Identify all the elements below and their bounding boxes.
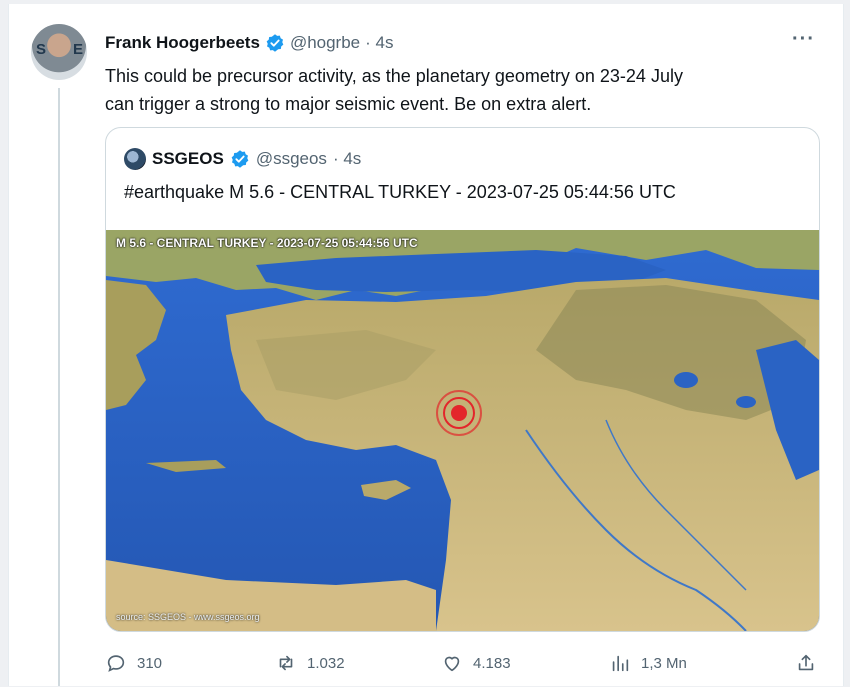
reply-count: 310 (137, 654, 163, 672)
tweet-card[interactable]: S E Frank Hoogerbeets @hogrbe · 4s ··· T… (8, 4, 844, 686)
tweet-text: This could be precursor activity, as the… (105, 62, 817, 118)
like-count: 4.183 (473, 654, 511, 672)
avatar-monogram: S (36, 41, 46, 58)
tweet-text-line: can trigger a strong to major seismic ev… (105, 94, 592, 114)
earthquake-map-image[interactable]: M 5.6 - CENTRAL TURKEY - 2023-07-25 05:4… (106, 230, 819, 631)
avatar[interactable]: S E (31, 24, 87, 80)
quoted-tweet-header: SSGEOS @ssgeos · 4s (124, 148, 361, 170)
views-button[interactable]: 1,3 Mn (609, 652, 687, 674)
verified-badge-icon (266, 34, 284, 52)
reply-button[interactable]: 310 (105, 652, 162, 674)
author-handle[interactable]: @hogrbe (290, 33, 360, 53)
views-count: 1,3 Mn (641, 654, 687, 672)
heart-icon (444, 656, 460, 672)
share-button[interactable] (795, 652, 817, 674)
quoted-tweet-text: #earthquake M 5.6 - CENTRAL TURKEY - 202… (124, 182, 676, 202)
views-chart-icon (612, 655, 629, 672)
tweet-header: Frank Hoogerbeets @hogrbe · 4s (105, 32, 393, 54)
verified-badge-icon (231, 150, 249, 168)
retweet-icon (279, 655, 293, 671)
quoted-avatar (124, 148, 146, 170)
author-name[interactable]: Frank Hoogerbeets (105, 33, 260, 53)
avatar-monogram: E (72, 41, 83, 58)
quoted-tweet-time: · 4s (332, 149, 362, 168)
more-horizontal-icon[interactable]: ··· (792, 28, 815, 51)
quoted-tweet[interactable]: SSGEOS @ssgeos · 4s #earthquake M 5.6 - … (105, 127, 820, 632)
retweet-count: 1.032 (307, 654, 345, 672)
quoted-author-name: SSGEOS (152, 149, 224, 168)
tweet-text-line: This could be precursor activity, as the… (105, 66, 683, 86)
map-graphic (106, 230, 819, 631)
quoted-author-handle: @ssgeos (255, 149, 327, 168)
like-button[interactable]: 4.183 (441, 652, 511, 674)
tweet-time[interactable]: · 4s (365, 33, 393, 53)
retweet-button[interactable]: 1.032 (275, 652, 345, 674)
share-icon (798, 654, 814, 671)
map-source-caption: source: SSGEOS - www.ssgeos.org (116, 612, 260, 622)
map-title: M 5.6 - CENTRAL TURKEY - 2023-07-25 05:4… (116, 236, 418, 250)
thread-line (58, 88, 60, 686)
epicenter-marker (436, 390, 482, 436)
reply-icon (107, 655, 125, 672)
tweet-actions: 310 1.032 4.183 1,3 Mn (105, 652, 817, 680)
